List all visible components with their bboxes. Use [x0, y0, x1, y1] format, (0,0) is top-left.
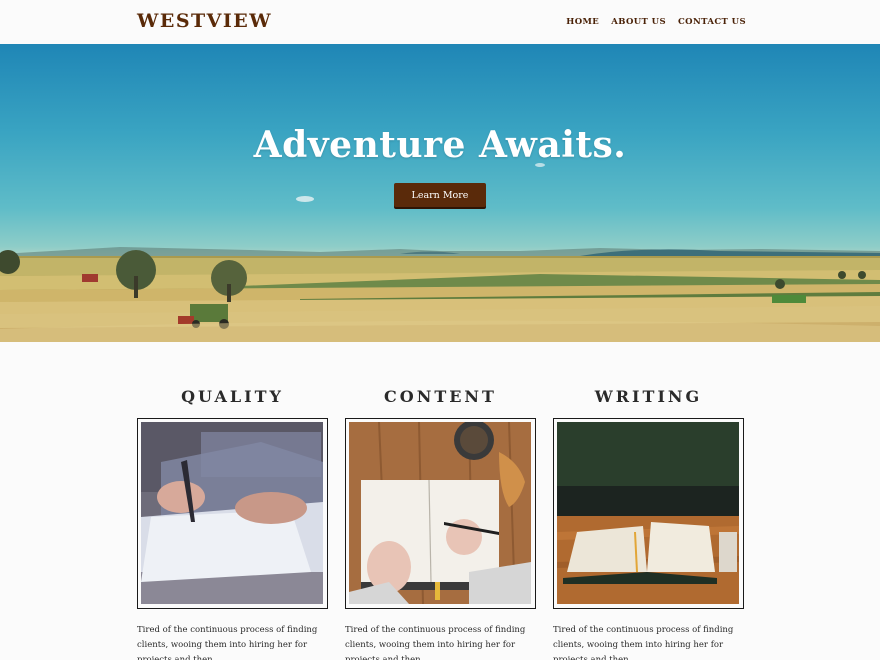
main-nav: HOME ABOUT US CONTACT US — [566, 17, 746, 27]
hero-banner: Adventure Awaits. Learn More — [0, 44, 880, 342]
feature-quality: QUALITY Tired of the continuous process … — [137, 386, 328, 660]
feature-title: WRITING — [594, 387, 703, 406]
feature-title: CONTENT — [384, 387, 497, 406]
feature-text: Tired of the continuous process of findi… — [553, 625, 734, 660]
site-header: WESTVIEW HOME ABOUT US CONTACT US — [0, 0, 880, 44]
feature-image-frame[interactable] — [345, 418, 536, 609]
signing-document-image — [141, 422, 323, 604]
learn-more-button[interactable]: Learn More — [394, 183, 486, 207]
nav-contact-link[interactable]: CONTACT US — [678, 17, 746, 27]
hero-title: Adventure Awaits. — [253, 124, 627, 166]
feature-content: CONTENT Tired of the continuous process … — [345, 386, 536, 660]
feature-text: Tired of the continuous process of findi… — [345, 625, 526, 660]
features-section: QUALITY Tired of the continuous process … — [137, 386, 744, 660]
notebook-coffee-image — [349, 422, 531, 604]
feature-writing: WRITING Tired of the continuous process … — [553, 386, 744, 660]
nav-home-link[interactable]: HOME — [566, 17, 599, 27]
feature-image-frame[interactable] — [553, 418, 744, 609]
open-book-image — [557, 422, 739, 604]
feature-text: Tired of the continuous process of findi… — [137, 625, 318, 660]
nav-about-link[interactable]: ABOUT US — [611, 17, 666, 27]
feature-title: QUALITY — [181, 387, 284, 406]
feature-image-frame[interactable] — [137, 418, 328, 609]
site-logo[interactable]: WESTVIEW — [137, 10, 272, 32]
